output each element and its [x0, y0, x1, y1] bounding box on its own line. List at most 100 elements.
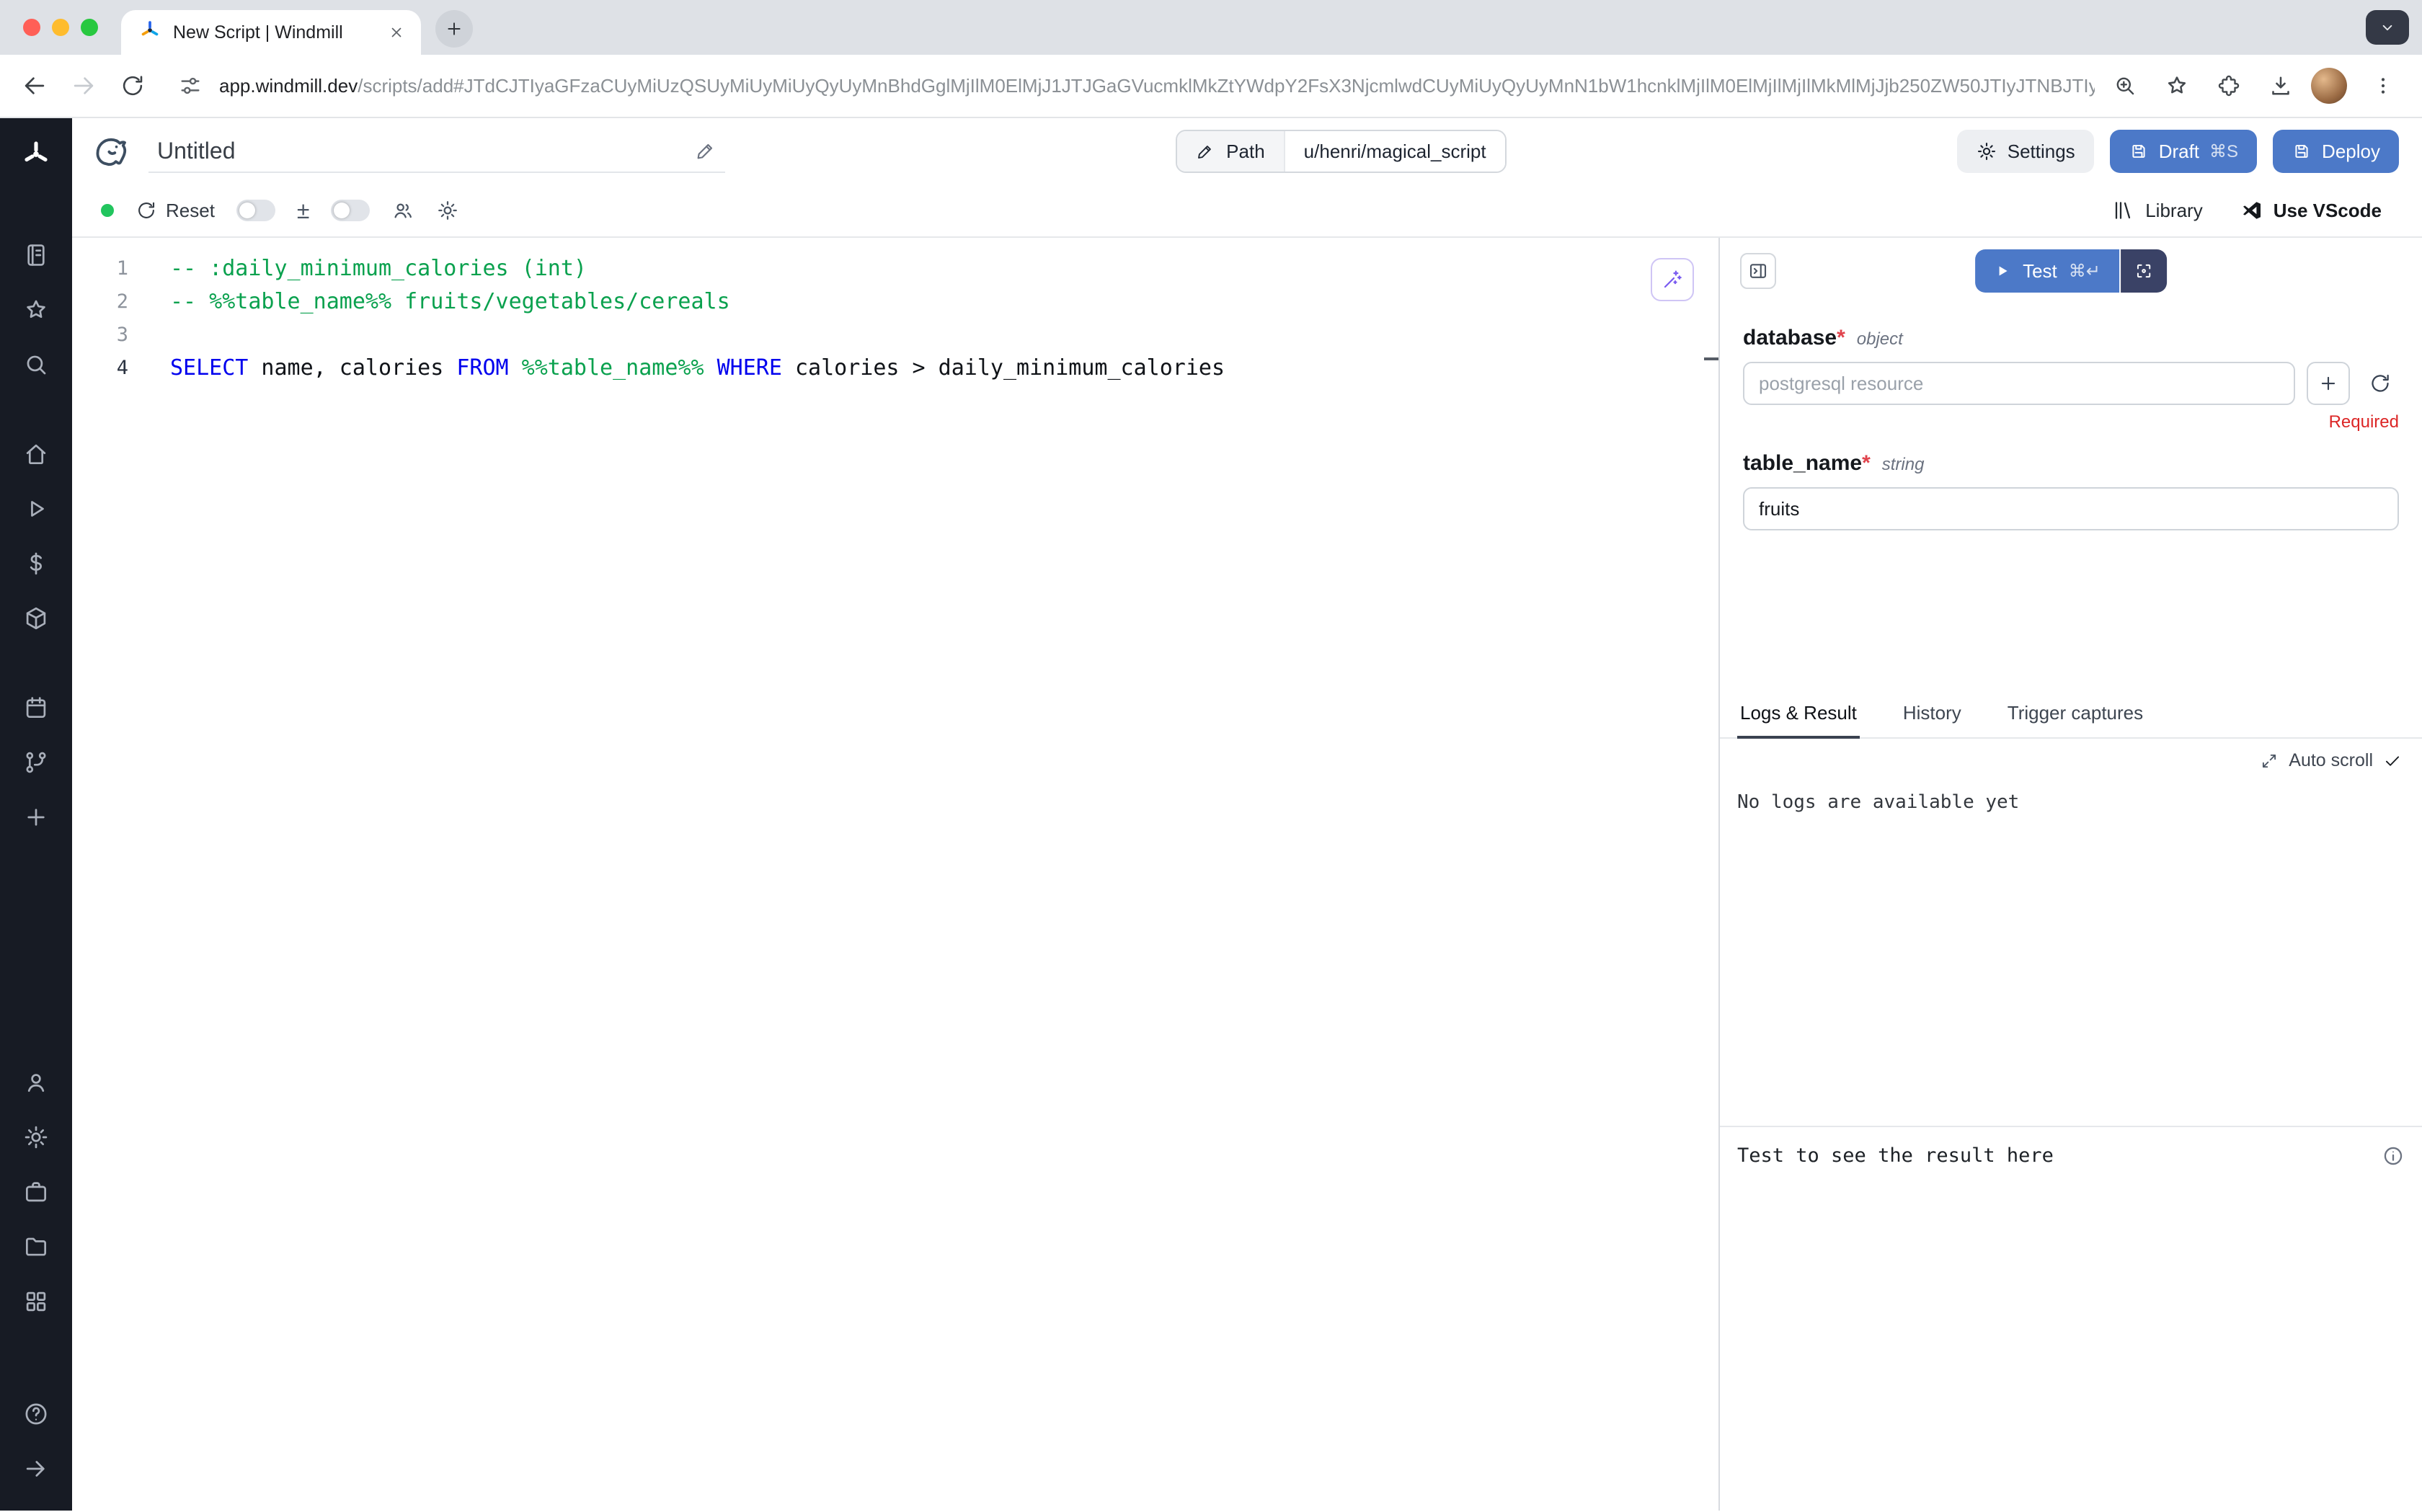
database-resource-input[interactable] [1743, 362, 2295, 405]
sidebar-item-search[interactable] [12, 340, 61, 389]
settings-label: Settings [2008, 141, 2075, 163]
panel-toggle-button[interactable] [1740, 253, 1776, 289]
reset-label: Reset [166, 200, 215, 222]
code-editor[interactable]: 1234 -- :daily_minimum_calories (int)-- … [72, 238, 1718, 1511]
new-tab-button[interactable] [435, 10, 473, 48]
sidebar-item-users[interactable] [12, 1058, 61, 1107]
table-name-input[interactable] [1743, 487, 2399, 530]
tab-trigger-captures[interactable]: Trigger captures [2005, 692, 2146, 737]
collaborators-button[interactable] [391, 199, 414, 222]
path-value: u/henri/magical_script [1284, 131, 1505, 172]
window-minimize-button[interactable] [52, 19, 69, 36]
browser-tab[interactable]: New Script | Windmill [121, 10, 421, 55]
editor-gutter: 1234 [72, 252, 153, 385]
scan-icon [2134, 261, 2154, 281]
sidebar-item-resources[interactable] [12, 594, 61, 643]
editor-settings-button[interactable] [436, 199, 459, 222]
result-section: Test to see the result here [1720, 1126, 2422, 1511]
windmill-logo-icon [20, 138, 52, 170]
auto-scroll-toggle[interactable]: Auto scroll [1734, 744, 2408, 777]
windmill-logo[interactable] [12, 130, 61, 179]
result-info-button[interactable] [2382, 1144, 2405, 1168]
settings-button[interactable]: Settings [1957, 130, 2094, 173]
collapse-sidebar-button[interactable] [12, 1444, 61, 1493]
connection-status-dot [101, 204, 114, 217]
sidebar-item-create[interactable] [12, 793, 61, 842]
tab-history[interactable]: History [1900, 692, 1964, 737]
reset-button[interactable]: Reset [136, 200, 215, 222]
path-button[interactable]: Path u/henri/magical_script [1176, 130, 1506, 173]
help-button[interactable] [12, 1389, 61, 1438]
test-fullscreen-button[interactable] [2121, 249, 2167, 293]
downloads-button[interactable] [2259, 64, 2302, 107]
window-zoom-button[interactable] [81, 19, 98, 36]
deploy-button[interactable]: Deploy [2273, 130, 2399, 173]
reload-button[interactable] [110, 63, 156, 109]
extensions-button[interactable] [2207, 64, 2250, 107]
plus-icon [444, 19, 464, 39]
star-icon [2164, 73, 2190, 99]
right-panel: Test ⌘↵ database* object [1718, 238, 2422, 1511]
editor-toolbar: Reset ± Library Use VScode [72, 184, 2422, 236]
tab-logs-result[interactable]: Logs & Result [1737, 692, 1860, 739]
refresh-resources-button[interactable] [2361, 365, 2399, 402]
close-icon [388, 24, 405, 41]
deploy-label: Deploy [2322, 141, 2380, 163]
script-title-input[interactable]: Untitled [148, 130, 725, 173]
add-resource-button[interactable] [2307, 362, 2350, 405]
notebook-icon [22, 241, 50, 269]
field-name-table-name: table_name [1743, 451, 1862, 475]
diff-toggle[interactable] [236, 200, 275, 221]
library-button[interactable]: Library [2112, 199, 2202, 222]
play-icon [22, 495, 50, 522]
back-button[interactable] [12, 63, 58, 109]
editor-code[interactable]: -- :daily_minimum_calories (int)-- %%tab… [153, 252, 1718, 385]
pencil-icon [695, 140, 717, 161]
address-bar[interactable]: app.windmill.dev/scripts/add#JTdCJTIyaGF… [219, 75, 2095, 97]
ai-assistant-button[interactable] [1651, 258, 1694, 301]
sidebar-item-workers[interactable] [12, 1168, 61, 1217]
script-args-form: database* object Required [1720, 304, 2422, 530]
window-close-button[interactable] [23, 19, 40, 36]
sidebar-item-schedules[interactable] [12, 683, 61, 732]
field-label-table-name: table_name* string [1743, 451, 2399, 476]
forward-button[interactable] [61, 63, 107, 109]
editor-body: 1234 -- :daily_minimum_calories (int)-- … [72, 252, 1718, 385]
reset-icon [136, 200, 157, 221]
window-controls [0, 0, 121, 55]
browser-menu-button[interactable] [2361, 64, 2405, 107]
test-label: Test [2023, 260, 2057, 283]
panel-tabs: Logs & Result History Trigger captures [1720, 692, 2422, 739]
sidebar-item-triggers[interactable] [12, 738, 61, 787]
back-arrow-icon [21, 72, 48, 99]
tab-search-button[interactable] [2366, 10, 2409, 45]
windmill-favicon [138, 19, 161, 47]
sidebar-item-apps[interactable] [12, 1277, 61, 1326]
save-icon [2129, 141, 2149, 161]
profile-avatar[interactable] [2311, 68, 2347, 104]
sidebar-item-variables[interactable] [12, 539, 61, 588]
assistant-toggle[interactable] [331, 200, 370, 221]
sidebar-item-home[interactable] [12, 430, 61, 479]
draft-shortcut: ⌘S [2209, 141, 2238, 162]
dollar-icon [22, 550, 50, 577]
download-icon [2268, 73, 2294, 99]
sidebar-item-notebook[interactable] [12, 231, 61, 280]
arrow-right-icon [22, 1455, 50, 1482]
chevron-down-icon [2378, 18, 2397, 37]
bookmark-button[interactable] [2155, 64, 2199, 107]
sidebar-item-folders[interactable] [12, 1222, 61, 1271]
draft-button[interactable]: Draft ⌘S [2110, 130, 2257, 173]
plus-icon [2317, 373, 2339, 394]
database-input-row [1743, 362, 2399, 405]
path-label: Path [1226, 141, 1265, 163]
sidebar-item-runs[interactable] [12, 484, 61, 533]
sidebar-item-settings[interactable] [12, 1113, 61, 1162]
site-info-button[interactable] [167, 63, 213, 109]
test-button[interactable]: Test ⌘↵ [1975, 249, 2119, 293]
sidebar-item-favorites[interactable] [12, 285, 61, 334]
zoom-indicator-button[interactable] [2103, 64, 2147, 107]
package-icon [22, 605, 50, 632]
tab-close-button[interactable] [383, 19, 409, 45]
use-vscode-button[interactable]: Use VScode [2240, 199, 2382, 222]
